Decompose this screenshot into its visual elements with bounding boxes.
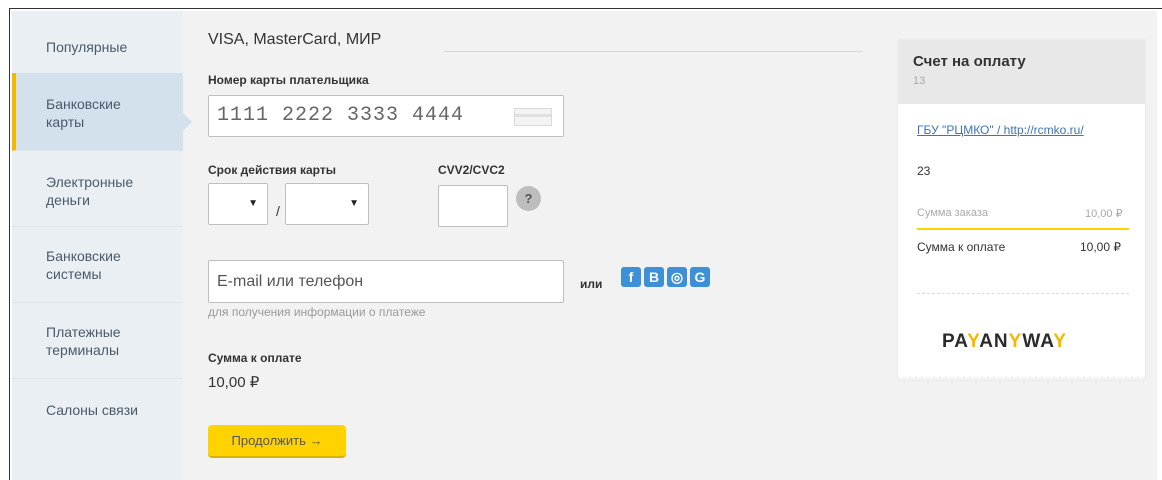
chevron-down-icon: ▼	[349, 198, 359, 209]
vk-icon[interactable]: B	[644, 267, 664, 287]
pay-sum-value: 10,00 ₽	[1080, 240, 1121, 254]
continue-button[interactable]: Продолжить →	[208, 425, 346, 458]
pay-sum-label: Сумма к оплате	[917, 240, 1006, 254]
expiry-month-select[interactable]: ▼	[208, 183, 268, 225]
receipt-dashed-divider	[917, 293, 1129, 294]
sidebar-item-label: Банковские системы	[46, 248, 121, 282]
sidebar-item-label: Салоны связи	[46, 402, 138, 418]
expiry-label: Срок действия карты	[208, 163, 336, 177]
order-sum-value: 10,00 ₽	[1085, 208, 1123, 220]
invoice-receipt: Счет на оплату 13 ГБУ "РЦМКО" / http://r…	[898, 40, 1145, 382]
expiry-separator: /	[276, 203, 280, 219]
payanyway-logo: PAYANYWAY	[942, 331, 1067, 352]
odnoklassniki-icon[interactable]: ◎	[667, 267, 687, 287]
amount-label: Сумма к оплате	[208, 351, 302, 365]
sidebar-item-terminals[interactable]: Платежные терминалы	[12, 303, 183, 379]
section-divider	[444, 51, 862, 52]
help-icon[interactable]: ?	[516, 186, 541, 211]
sidebar-item-salons[interactable]: Салоны связи	[12, 379, 183, 439]
amount-value: 10,00 ₽	[208, 374, 260, 391]
active-item-pointer	[183, 113, 192, 131]
sidebar-item-bank-cards[interactable]: Банковские карты	[12, 73, 183, 151]
sidebar-item-label: Платежные терминалы	[46, 324, 121, 358]
order-description: 23	[917, 164, 931, 178]
chevron-down-icon: ▼	[248, 198, 258, 209]
cvv-input[interactable]	[438, 185, 508, 227]
card-number-input[interactable]: 1111 2222 3333 4444	[208, 95, 564, 137]
sidebar-item-label: Электронные деньги	[46, 174, 134, 208]
sidebar-item-e-money[interactable]: Электронные деньги	[12, 151, 183, 227]
receipt-title: Счет на оплату	[913, 53, 1026, 70]
sidebar-item-bank-systems[interactable]: Банковские системы	[12, 227, 183, 303]
credit-card-icon	[514, 108, 552, 126]
sidebar-item-label: Популярные	[46, 39, 128, 55]
receipt-torn-edge	[898, 374, 1145, 382]
google-icon[interactable]: G	[690, 267, 710, 287]
expiry-year-select[interactable]: ▼	[285, 183, 369, 225]
receipt-divider	[917, 228, 1129, 230]
or-label: или	[580, 277, 603, 291]
receipt-header	[898, 40, 1145, 104]
order-sum-label: Сумма заказа	[917, 207, 988, 219]
card-number-label: Номер карты плательщика	[208, 73, 369, 87]
merchant-link[interactable]: ГБУ "РЦМКО" / http://rcmko.ru/	[917, 123, 1084, 137]
payment-methods-sidebar: Популярные Банковские карты Электронные …	[12, 11, 192, 480]
email-phone-input[interactable]: E-mail или телефон	[208, 260, 564, 303]
email-hint: для получения информации о платеже	[208, 305, 426, 319]
cvv-label: CVV2/CVC2	[438, 163, 505, 177]
section-title: VISA, MasterCard, МИР	[208, 31, 382, 48]
receipt-number: 13	[913, 75, 926, 87]
sidebar-item-label: Банковские карты	[46, 96, 121, 130]
facebook-icon[interactable]: f	[621, 267, 641, 287]
